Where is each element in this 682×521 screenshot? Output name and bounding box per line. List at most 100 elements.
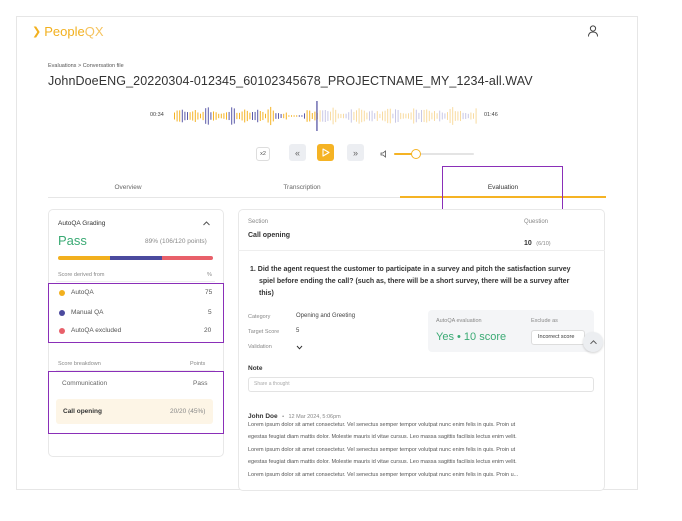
divider — [238, 250, 605, 251]
waveform-bar — [436, 113, 438, 119]
play-button[interactable] — [317, 144, 334, 161]
waveform-bar — [345, 113, 347, 119]
waveform-bar — [428, 110, 430, 122]
waveform-bar — [405, 113, 407, 119]
divider — [56, 281, 215, 282]
waveform-bar — [194, 110, 196, 122]
time-end: 01:46 — [484, 112, 498, 118]
question-line-2: spiel before ending the call? (such as, … — [259, 278, 570, 285]
waveform-bar — [210, 112, 212, 120]
waveform-bar — [457, 111, 459, 121]
waveform-bar — [304, 113, 305, 119]
waveform-bar — [340, 113, 342, 119]
waveform-bar — [233, 108, 235, 124]
note-input[interactable]: Share a thought — [248, 377, 594, 392]
waveform-bar — [291, 115, 292, 117]
rewind-button[interactable]: « — [289, 144, 306, 161]
waveform-bar — [205, 108, 207, 124]
chevron-up-icon[interactable] — [202, 220, 211, 227]
waveform-bar — [285, 112, 287, 120]
tab-transcription[interactable]: Transcription — [222, 180, 382, 196]
waveform-bar — [324, 109, 326, 123]
audio-waveform[interactable] — [173, 101, 478, 131]
grading-score: 89% (106/120 points) — [145, 238, 207, 245]
waveform-bar — [239, 112, 240, 120]
waveform-bar — [332, 107, 334, 125]
waveform-bar — [392, 113, 394, 119]
page-title: JohnDoeENG_20220304-012345_60102345678_P… — [48, 74, 533, 88]
waveform-bar — [374, 113, 376, 119]
waveform-bar — [257, 109, 259, 123]
score-bar-excluded — [162, 256, 213, 260]
waveform-bar — [288, 115, 290, 117]
section-value: Call opening — [248, 232, 290, 239]
waveform-bar — [252, 112, 253, 120]
waveform-bar — [330, 111, 331, 121]
playhead[interactable] — [316, 101, 318, 131]
score-bar-autoqa — [58, 256, 110, 260]
waveform-bar — [356, 110, 357, 122]
category-value: Opening and Greeting — [296, 313, 356, 319]
waveform-bar — [350, 109, 352, 123]
percent-header: % — [207, 272, 212, 278]
user-icon[interactable] — [586, 24, 600, 38]
target-score-value: 5 — [296, 328, 300, 334]
waveform-bar — [241, 111, 243, 121]
validation-chevron-down-icon[interactable] — [296, 345, 303, 350]
collapse-button[interactable] — [583, 332, 603, 352]
waveform-bar — [306, 110, 308, 122]
forward-button[interactable]: » — [347, 144, 364, 161]
brand-logo[interactable]: ❯ People QX — [32, 24, 104, 39]
waveform-bar — [189, 112, 191, 120]
waveform-bar — [228, 111, 230, 121]
waveform-bar — [215, 112, 217, 120]
waveform-bar — [410, 112, 412, 120]
waveform-bar — [343, 113, 344, 119]
waveform-bar — [283, 113, 285, 119]
waveform-bar — [415, 109, 417, 123]
waveform-bar — [174, 112, 175, 120]
waveform-bar — [473, 113, 474, 119]
waveform-bar — [369, 111, 370, 121]
waveform-bar — [353, 111, 355, 121]
waveform-bar — [184, 111, 186, 121]
time-start: 00:34 — [150, 112, 164, 118]
section-label: Section — [248, 219, 269, 225]
tab-overview[interactable]: Overview — [48, 180, 208, 196]
waveform-bar — [213, 111, 214, 121]
waveform-bar — [431, 112, 433, 120]
waveform-bar — [298, 115, 300, 117]
waveform-bar — [452, 107, 454, 125]
waveform-bar — [470, 112, 472, 120]
autoqa-evaluation-label: AutoQA evaluation — [436, 318, 482, 324]
question-label: Question — [524, 219, 549, 225]
grading-title: AutoQA Grading — [58, 220, 106, 227]
waveform-bar — [413, 108, 415, 124]
autoqa-evaluation-value: Yes • 10 score — [436, 331, 507, 343]
waveform-bar — [254, 111, 256, 121]
waveform-bar — [382, 111, 383, 121]
waveform-bar — [389, 108, 391, 124]
waveform-bar — [449, 108, 451, 124]
volume-icon[interactable] — [380, 150, 388, 158]
waveform-bar — [460, 110, 461, 122]
waveform-bar — [270, 106, 272, 126]
breadcrumb[interactable]: Evaluations > Conversation file — [48, 63, 124, 69]
waveform-bar — [395, 109, 396, 123]
waveform-bar — [200, 113, 201, 119]
waveform-bar — [335, 109, 337, 123]
waveform-bar — [176, 110, 178, 122]
chevron-up-icon — [589, 340, 597, 345]
waveform-bar — [361, 109, 363, 123]
exclude-label: Exclude as — [531, 318, 558, 324]
speed-button[interactable]: x2 — [256, 147, 270, 161]
waveform-bar — [218, 113, 220, 119]
waveform-bar — [197, 112, 199, 120]
waveform-bar — [376, 111, 378, 121]
waveform-bar — [226, 112, 227, 120]
waveform-bar — [311, 113, 313, 119]
waveform-bar — [223, 113, 225, 119]
waveform-bar — [426, 109, 428, 123]
exclude-dropdown[interactable]: Incorrect score — [531, 330, 585, 345]
waveform-bar — [465, 113, 467, 119]
